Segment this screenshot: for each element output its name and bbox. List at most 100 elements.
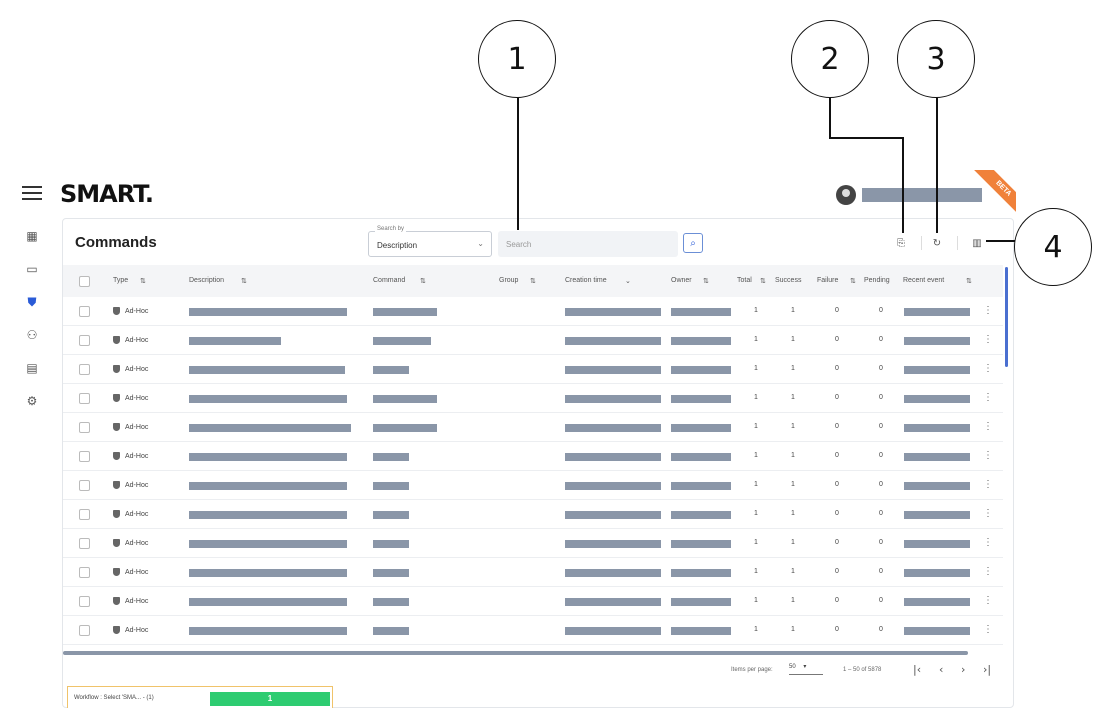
col-total[interactable]: Total xyxy=(737,277,752,284)
first-page-icon[interactable]: |‹ xyxy=(913,663,921,676)
more-options-icon[interactable]: ⋮ xyxy=(983,537,993,548)
search-input[interactable] xyxy=(498,231,678,257)
failure-cell: 0 xyxy=(835,336,839,343)
items-per-page-label: Items per page: xyxy=(731,667,773,673)
avatar[interactable] xyxy=(836,185,856,205)
table-row[interactable]: Ad-Hoc 1 1 0 0 ⋮ xyxy=(63,558,1003,587)
users-icon[interactable]: ⚇ xyxy=(20,323,44,347)
commands-icon[interactable]: ⛊ xyxy=(20,290,44,314)
table-row[interactable]: Ad-Hoc 1 1 0 0 ⋮ xyxy=(63,500,1003,529)
search-by-select[interactable]: Search by Description ⌄ xyxy=(368,226,492,257)
table-row[interactable]: Ad-Hoc 1 1 0 0 ⋮ xyxy=(63,326,1003,355)
shield-icon xyxy=(113,597,120,605)
columns-icon[interactable]: ▥ xyxy=(969,235,985,251)
horizontal-scrollbar[interactable] xyxy=(63,651,968,655)
failure-cell: 0 xyxy=(835,539,839,546)
more-options-icon[interactable]: ⋮ xyxy=(983,363,993,374)
more-options-icon[interactable]: ⋮ xyxy=(983,305,993,316)
table-row[interactable]: Ad-Hoc 1 1 0 0 ⋮ xyxy=(63,442,1003,471)
workflow-status[interactable]: Workflow : Select 'SMA... - (1) 1 xyxy=(67,686,333,708)
total-cell: 1 xyxy=(754,307,758,314)
more-options-icon[interactable]: ⋮ xyxy=(983,595,993,606)
command-redacted xyxy=(373,482,409,490)
next-page-icon[interactable]: › xyxy=(961,663,965,676)
refresh-icon[interactable]: ↻ xyxy=(929,235,945,251)
prev-page-icon[interactable]: ‹ xyxy=(939,663,943,676)
more-options-icon[interactable]: ⋮ xyxy=(983,479,993,490)
row-checkbox[interactable] xyxy=(79,306,90,317)
pending-cell: 0 xyxy=(879,626,883,633)
table-row[interactable]: Ad-Hoc 1 1 0 0 ⋮ xyxy=(63,587,1003,616)
row-checkbox[interactable] xyxy=(79,451,90,462)
chevron-down-icon: ⌄ xyxy=(477,239,484,248)
select-all-checkbox[interactable] xyxy=(79,276,90,287)
col-creation-time[interactable]: Creation time xyxy=(565,277,607,284)
dashboard-icon[interactable]: ▦ xyxy=(20,224,44,248)
page-title: Commands xyxy=(75,234,157,251)
sort-icons: ⌄ xyxy=(625,278,631,285)
settings-icon[interactable]: ⚙ xyxy=(20,389,44,413)
vertical-scrollbar[interactable] xyxy=(1005,267,1008,367)
row-checkbox[interactable] xyxy=(79,567,90,578)
row-checkbox[interactable] xyxy=(79,625,90,636)
col-command[interactable]: Command xyxy=(373,277,405,284)
owner-redacted xyxy=(671,395,731,403)
command-redacted xyxy=(373,511,409,519)
recent-event-redacted xyxy=(904,627,970,635)
success-cell: 1 xyxy=(791,423,795,430)
success-cell: 1 xyxy=(791,452,795,459)
col-recent-event[interactable]: Recent event xyxy=(903,277,944,284)
col-group[interactable]: Group xyxy=(499,277,518,284)
export-icon[interactable]: ⎘ xyxy=(893,235,909,251)
row-checkbox[interactable] xyxy=(79,335,90,346)
col-success[interactable]: Success xyxy=(775,277,801,284)
failure-cell: 0 xyxy=(835,597,839,604)
table-row[interactable]: Ad-Hoc 1 1 0 0 ⋮ xyxy=(63,471,1003,500)
owner-redacted xyxy=(671,453,731,461)
total-cell: 1 xyxy=(754,568,758,575)
recent-event-redacted xyxy=(904,424,970,432)
more-options-icon[interactable]: ⋮ xyxy=(983,566,993,577)
owner-redacted xyxy=(671,627,731,635)
more-options-icon[interactable]: ⋮ xyxy=(983,450,993,461)
table-row[interactable]: Ad-Hoc 1 1 0 0 ⋮ xyxy=(63,297,1003,326)
failure-cell: 0 xyxy=(835,510,839,517)
table-row[interactable]: Ad-Hoc 1 1 0 0 ⋮ xyxy=(63,355,1003,384)
row-checkbox[interactable] xyxy=(79,509,90,520)
col-pending[interactable]: Pending xyxy=(864,277,890,284)
sort-icons: ⇅ xyxy=(241,278,247,285)
col-type[interactable]: Type xyxy=(113,277,128,284)
toolbar-divider xyxy=(957,236,958,250)
last-page-icon[interactable]: ›| xyxy=(983,663,991,676)
description-redacted xyxy=(189,598,347,606)
row-checkbox[interactable] xyxy=(79,596,90,607)
col-failure[interactable]: Failure xyxy=(817,277,838,284)
row-checkbox[interactable] xyxy=(79,364,90,375)
creation-time-redacted xyxy=(565,511,661,519)
table-row[interactable]: Ad-Hoc 1 1 0 0 ⋮ xyxy=(63,384,1003,413)
beta-ribbon: BETA xyxy=(970,170,1016,216)
description-redacted xyxy=(189,424,351,432)
more-options-icon[interactable]: ⋮ xyxy=(983,624,993,635)
row-checkbox[interactable] xyxy=(79,393,90,404)
search-button[interactable]: ⌕ xyxy=(683,233,703,253)
user-name-redacted[interactable] xyxy=(862,188,982,202)
more-options-icon[interactable]: ⋮ xyxy=(983,334,993,345)
col-description[interactable]: Description xyxy=(189,277,224,284)
col-owner[interactable]: Owner xyxy=(671,277,692,284)
devices-icon[interactable]: ▭ xyxy=(20,257,44,281)
type-cell: Ad-Hoc xyxy=(125,569,149,576)
more-options-icon[interactable]: ⋮ xyxy=(983,392,993,403)
row-checkbox[interactable] xyxy=(79,480,90,491)
more-options-icon[interactable]: ⋮ xyxy=(983,421,993,432)
more-options-icon[interactable]: ⋮ xyxy=(983,508,993,519)
table-row[interactable]: Ad-Hoc 1 1 0 0 ⋮ xyxy=(63,616,1003,645)
reports-icon[interactable]: ▤ xyxy=(20,356,44,380)
items-per-page-select[interactable]: 50 ▾ xyxy=(789,663,823,675)
table-row[interactable]: Ad-Hoc 1 1 0 0 ⋮ xyxy=(63,529,1003,558)
menu-icon[interactable] xyxy=(22,186,42,202)
row-checkbox[interactable] xyxy=(79,538,90,549)
table-row[interactable]: Ad-Hoc 1 1 0 0 ⋮ xyxy=(63,413,1003,442)
row-checkbox[interactable] xyxy=(79,422,90,433)
type-cell: Ad-Hoc xyxy=(125,308,149,315)
